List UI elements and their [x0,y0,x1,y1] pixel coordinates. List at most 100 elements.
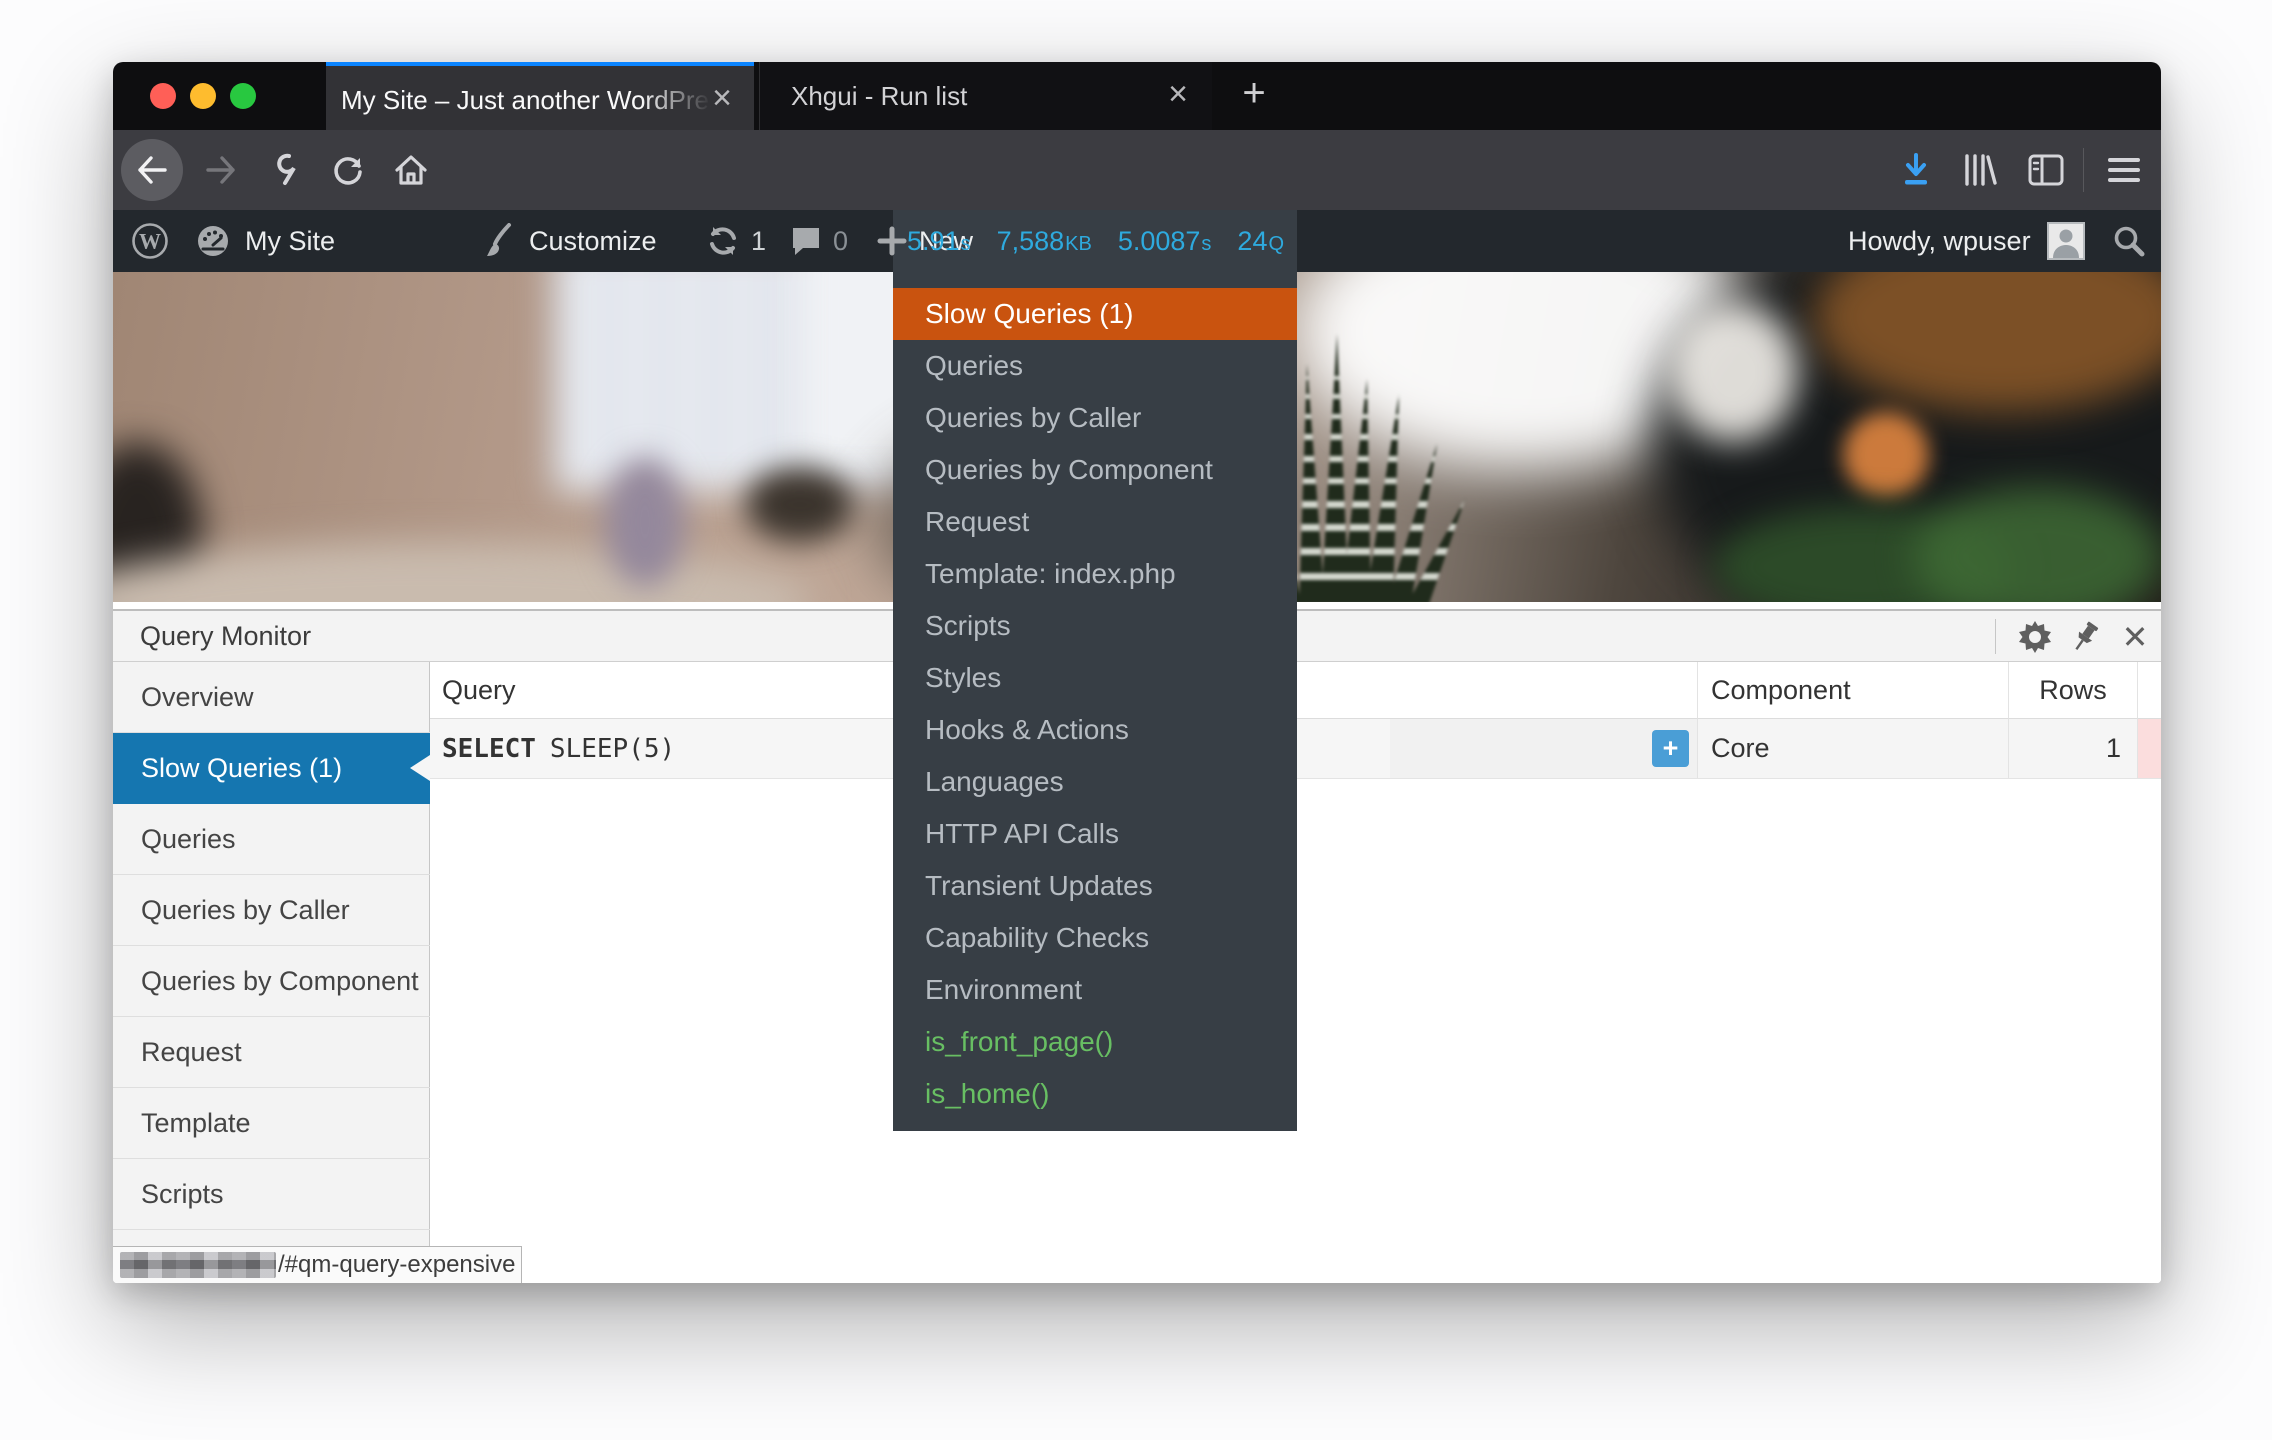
qm-close-button[interactable]: ✕ [2111,611,2159,662]
qm-nav-menu: Overview Slow Queries (1) Queries Querie… [113,662,430,1283]
status-link-text: /#qm-query-expensive [278,1251,515,1279]
toolbar-separator [2083,148,2084,192]
comments-bubble-icon [789,224,823,258]
window-minimize-button[interactable] [190,83,216,109]
customize-menu[interactable]: Customize [483,210,657,272]
tab-title: Xhgui - Run list [791,62,1121,130]
comments-count: 0 [833,226,848,257]
qm-adminbar-stats[interactable]: 5.91s 7,588KB 5.0087s 24Q [893,210,1297,272]
downloads-button[interactable] [1889,130,1943,210]
qm-nav-queries[interactable]: Queries [113,804,430,875]
wordpress-logo-icon: W [131,222,169,260]
qm-nav-request[interactable]: Request [113,1017,430,1088]
sidebar-icon [2028,154,2064,186]
updates-menu[interactable]: 1 [705,210,766,272]
home-icon [393,153,429,187]
reload-icon [331,153,365,187]
hamburger-icon [2108,156,2140,184]
component-cell: Core [1697,719,2008,779]
column-header-component[interactable]: Component [1697,662,2008,719]
qm-menu-slow-queries[interactable]: Slow Queries (1) [893,288,1297,340]
qm-menu-template[interactable]: Template: index.php [893,548,1297,600]
search-button[interactable] [2111,210,2147,272]
qm-menu-scripts[interactable]: Scripts [893,600,1297,652]
sql-rest: SLEEP(5) [550,734,675,764]
qm-nav-queries-by-caller[interactable]: Queries by Caller [113,875,430,946]
wrench-icon [267,153,299,187]
qm-menu-capability-checks[interactable]: Capability Checks [893,912,1297,964]
qm-menu-is-front-page[interactable]: is_front_page() [893,1016,1297,1068]
back-icon [135,155,169,185]
qm-nav-queries-by-component[interactable]: Queries by Component [113,946,430,1017]
tab-title-fade [641,70,711,130]
svg-text:W: W [139,229,161,254]
back-button[interactable] [121,139,183,201]
account-menu[interactable]: Howdy, wpuser [1848,210,2085,272]
status-bar: /#qm-query-expensive [113,1246,522,1283]
caller-cell: + [1390,719,1697,779]
qm-pin-button[interactable] [2061,611,2109,662]
qm-menu-styles[interactable]: Styles [893,652,1297,704]
qm-adminbar-dropdown: Slow Queries (1) Queries Queries by Call… [893,272,1297,1131]
gear-icon [2018,620,2052,654]
sidebar-toggle-button[interactable] [2019,130,2073,210]
tab-my-site[interactable]: My Site – Just another WordPress si × [326,62,754,130]
qm-nav-template[interactable]: Template [113,1088,430,1159]
qm-stat-time: 5.91s [907,226,971,257]
howdy-label: Howdy, wpuser [1848,226,2031,257]
qm-stat-memory: 7,588KB [997,226,1092,257]
bokeh-light [1843,412,1929,498]
qm-menu-hooks-actions[interactable]: Hooks & Actions [893,704,1297,756]
window-zoom-button[interactable] [230,83,256,109]
column-header-time[interactable]: Time [2137,662,2161,719]
qm-menu-request[interactable]: Request [893,496,1297,548]
expand-toggle-button[interactable]: + [1652,730,1689,767]
forward-button[interactable] [199,130,243,210]
forward-icon [204,155,238,185]
qm-nav-overview[interactable]: Overview [113,662,430,733]
download-icon [1901,153,1931,187]
qm-settings-button[interactable] [2011,611,2059,662]
qm-menu-queries-by-component[interactable]: Queries by Component [893,444,1297,496]
tools-button[interactable] [259,130,307,210]
search-icon [2111,223,2147,259]
qm-stat-query-count: 24Q [1237,226,1284,257]
pin-icon [2069,620,2101,654]
qm-menu-queries-by-caller[interactable]: Queries by Caller [893,392,1297,444]
wp-logo-menu[interactable]: W [131,210,169,272]
customize-label: Customize [529,226,657,257]
tab-close-icon[interactable]: × [1160,62,1196,130]
sql-keyword: SELECT [442,734,536,764]
library-icon [1962,153,1998,187]
qm-menu-queries[interactable]: Queries [893,340,1297,392]
qm-nav-scripts[interactable]: Scripts [113,1159,430,1230]
qm-menu-transient-updates[interactable]: Transient Updates [893,860,1297,912]
my-site-menu[interactable]: My Site [195,210,335,272]
tab-close-icon[interactable]: × [704,66,740,134]
qm-menu-environment[interactable]: Environment [893,964,1297,1016]
qm-toolbar-separator [1995,619,1996,654]
tab-bar: My Site – Just another WordPress si × Xh… [113,62,2161,130]
menu-button[interactable] [2097,130,2151,210]
wp-admin-bar: W My Site Customize [113,210,2161,272]
qm-nav-slow-queries[interactable]: Slow Queries (1) [113,733,430,804]
nav-toolbar: ••• ☆ [113,130,2161,210]
avatar [2047,222,2085,260]
tab-xhgui[interactable]: Xhgui - Run list × [759,62,1212,130]
site-dashboard-icon [195,223,231,259]
new-tab-button[interactable]: + [1226,62,1282,130]
time-cell: 5.0008 [2137,719,2161,779]
reload-button[interactable] [323,130,373,210]
updates-icon [705,223,741,259]
library-button[interactable] [1953,130,2007,210]
qm-menu-http-api-calls[interactable]: HTTP API Calls [893,808,1297,860]
customize-brush-icon [483,223,517,259]
qm-menu-languages[interactable]: Languages [893,756,1297,808]
column-header-rows[interactable]: Rows [2008,662,2137,719]
browser-window: My Site – Just another WordPress si × Xh… [113,62,2161,1283]
qm-menu-is-home[interactable]: is_home() [893,1068,1297,1120]
comments-menu[interactable]: 0 [789,210,848,272]
home-button[interactable] [385,130,437,210]
updates-count: 1 [751,226,766,257]
window-close-button[interactable] [150,83,176,109]
